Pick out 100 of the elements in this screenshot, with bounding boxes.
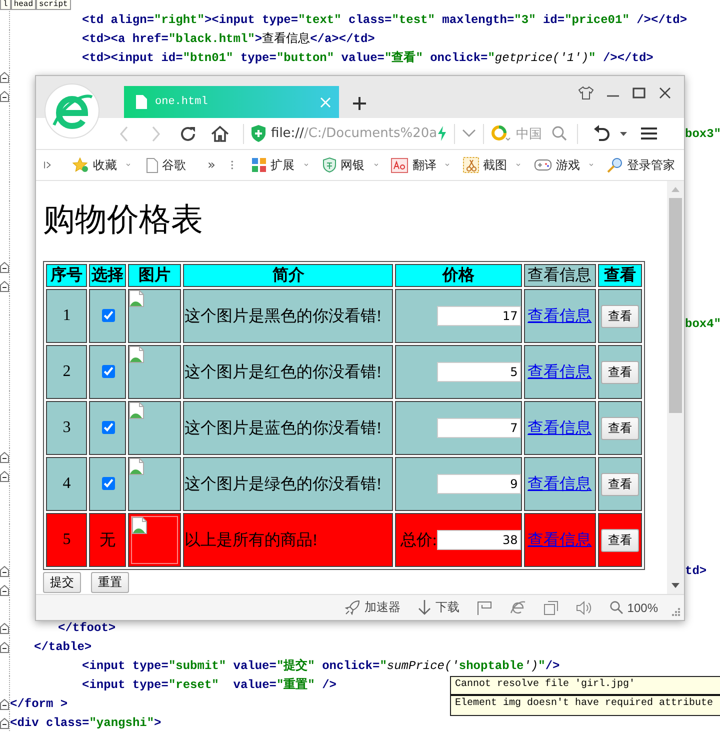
reload-icon	[179, 124, 197, 142]
select-checkbox[interactable]	[102, 364, 115, 378]
fold-icon[interactable]	[0, 699, 9, 710]
speaker-icon[interactable]	[576, 600, 592, 614]
new-tab-icon[interactable]	[353, 97, 366, 110]
price-field[interactable]: 9	[436, 474, 521, 494]
fold-icon[interactable]	[0, 91, 9, 102]
fold-icon[interactable]	[0, 718, 9, 729]
scrollbar-thumb[interactable]	[669, 198, 682, 413]
column-header: 查看	[598, 264, 642, 287]
breadcrumb-item[interactable]: head	[10, 0, 36, 10]
price-field[interactable]: 38	[436, 530, 521, 550]
chevron-down-icon[interactable]	[516, 162, 521, 168]
row-number: 1	[46, 289, 88, 343]
flag-icon[interactable]	[477, 600, 492, 614]
maximize-icon[interactable]	[632, 86, 646, 100]
document-icon	[146, 158, 158, 172]
zoom-button[interactable]: 100%	[610, 600, 658, 614]
column-header: 序号	[46, 264, 88, 287]
toolbar-item[interactable]: 翻译	[388, 156, 440, 174]
view-button[interactable]: 查看	[600, 304, 639, 328]
broken-image-icon	[128, 458, 145, 476]
tooltip-text: Cannot resolve file 'girl.jpg'	[454, 678, 636, 692]
bookmark[interactable]: 收藏	[68, 156, 120, 174]
select-checkbox[interactable]	[102, 420, 115, 434]
search-icon	[610, 601, 624, 614]
row-number: 2	[46, 345, 88, 399]
chevron-down-icon[interactable]	[445, 162, 450, 168]
description-text: 以上是所有的商品!	[184, 532, 318, 548]
fold-icon[interactable]	[0, 623, 9, 634]
fold-icon[interactable]	[0, 642, 9, 653]
fold-icon[interactable]	[0, 262, 9, 273]
more-bookmarks-button[interactable]: »	[207, 158, 216, 172]
broken-image-icon	[132, 517, 148, 535]
price-field[interactable]: 7	[436, 418, 521, 438]
shirt-icon[interactable]	[578, 86, 594, 100]
toolbar-item[interactable]: 游戏	[530, 156, 583, 174]
breadcrumb-item[interactable]: script	[36, 0, 71, 10]
status-item[interactable]: 加速器	[345, 599, 400, 616]
view-button[interactable]: 查看	[600, 472, 639, 496]
chevron-down-icon[interactable]	[304, 162, 308, 168]
shield-icon	[251, 125, 266, 142]
window-icon[interactable]	[544, 600, 558, 614]
toolbar-item[interactable]: 截图	[460, 156, 510, 174]
gamepad-icon	[534, 158, 552, 172]
fold-icon[interactable]	[0, 471, 9, 482]
menu-icon[interactable]	[641, 127, 658, 140]
caret-icon[interactable]	[620, 132, 628, 136]
undo-icon[interactable]	[593, 125, 610, 142]
code-line: <td><a href="black.html">查看信息</a></td>	[81, 31, 375, 48]
back-icon	[119, 126, 129, 142]
key-icon	[606, 157, 623, 173]
code-line: <td><input id="btn01" type="button" value="查看" onclick="getprice('1')" /></td>	[81, 50, 654, 67]
chevron-down-icon[interactable]	[126, 162, 130, 168]
view-button[interactable]: 查看	[600, 360, 639, 384]
fold-icon[interactable]	[0, 452, 9, 463]
column-header: 查看信息	[524, 264, 596, 287]
toolbar-item[interactable]: 登录管家	[604, 156, 678, 174]
fold-icon[interactable]	[0, 585, 9, 596]
document-icon	[136, 95, 147, 109]
view-button[interactable]: 查看	[600, 528, 639, 552]
browser-icon[interactable]	[510, 600, 526, 615]
select-checkbox[interactable]	[102, 476, 115, 490]
chevron-down-icon[interactable]	[588, 162, 594, 168]
toolbar-item[interactable]: 扩展	[248, 156, 298, 174]
total-label: 总价:	[400, 532, 437, 548]
grid-icon	[250, 157, 267, 173]
search-field[interactable]: 中国	[516, 126, 552, 141]
view-button[interactable]: 查看	[600, 416, 639, 440]
resize-grip-icon[interactable]	[671, 607, 680, 616]
chevron-down-icon[interactable]	[462, 129, 476, 138]
address-text[interactable]: file:///C:/Documents%20a	[271, 126, 438, 141]
search-engine-icon[interactable]	[491, 124, 512, 142]
bookmark[interactable]: 谷歌	[142, 156, 189, 174]
search-icon[interactable]	[552, 126, 568, 141]
chevron-down-icon[interactable]	[374, 162, 378, 168]
fold-icon[interactable]	[0, 72, 9, 83]
description-text: 这个图片是红色的你没看错!	[184, 364, 382, 380]
home-icon	[211, 125, 229, 142]
breadcrumb-item[interactable]: l	[0, 0, 11, 10]
page-heading: 购物价格表	[43, 200, 204, 239]
logo-icon[interactable]	[44, 83, 100, 139]
description-text: 这个图片是蓝色的你没看错!	[184, 420, 382, 436]
price-field[interactable]: 5	[436, 362, 521, 382]
fold-icon[interactable]	[0, 566, 9, 577]
price-field[interactable]: 17	[436, 306, 521, 326]
column-header: 选择	[89, 264, 126, 287]
code-line: </form >	[10, 696, 68, 713]
lightning-icon[interactable]	[437, 126, 448, 141]
fold-icon[interactable]	[0, 281, 9, 292]
code-line: box4"	[685, 316, 720, 333]
code-line: </tfoot>	[57, 620, 116, 637]
form-button[interactable]: 提交	[43, 572, 81, 593]
form-button[interactable]: 重置	[91, 572, 129, 593]
status-item[interactable]: 下载	[418, 599, 460, 616]
sidebar-toggle-icon[interactable]	[44, 159, 51, 171]
toolbar-item[interactable]: 网银	[318, 156, 368, 174]
close-icon[interactable]	[658, 86, 672, 100]
broken-image-icon	[128, 402, 145, 420]
select-checkbox[interactable]	[102, 308, 115, 322]
